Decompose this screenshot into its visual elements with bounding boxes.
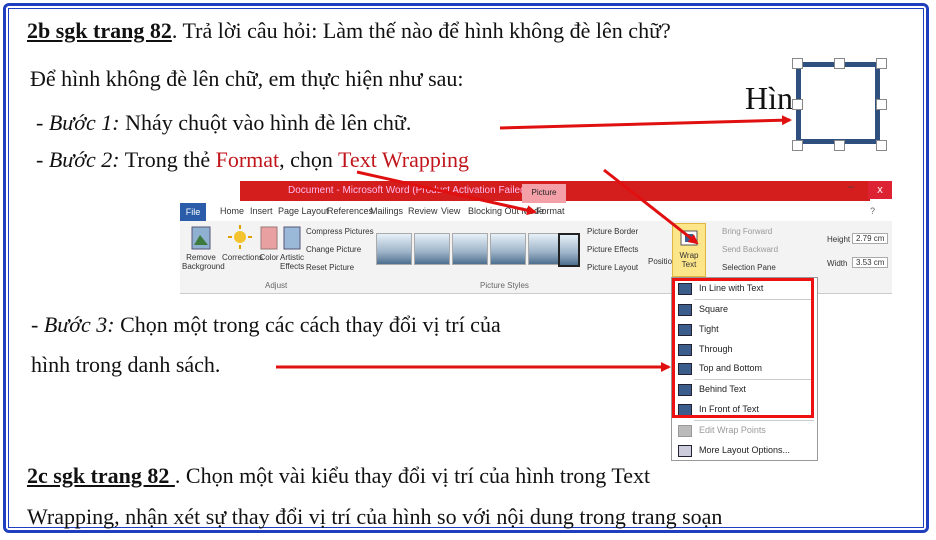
annotation-arrows [276,115,792,372]
arrow-format [356,170,537,216]
arrow-wrap-text [603,168,699,245]
arrow-step1 [499,115,792,130]
